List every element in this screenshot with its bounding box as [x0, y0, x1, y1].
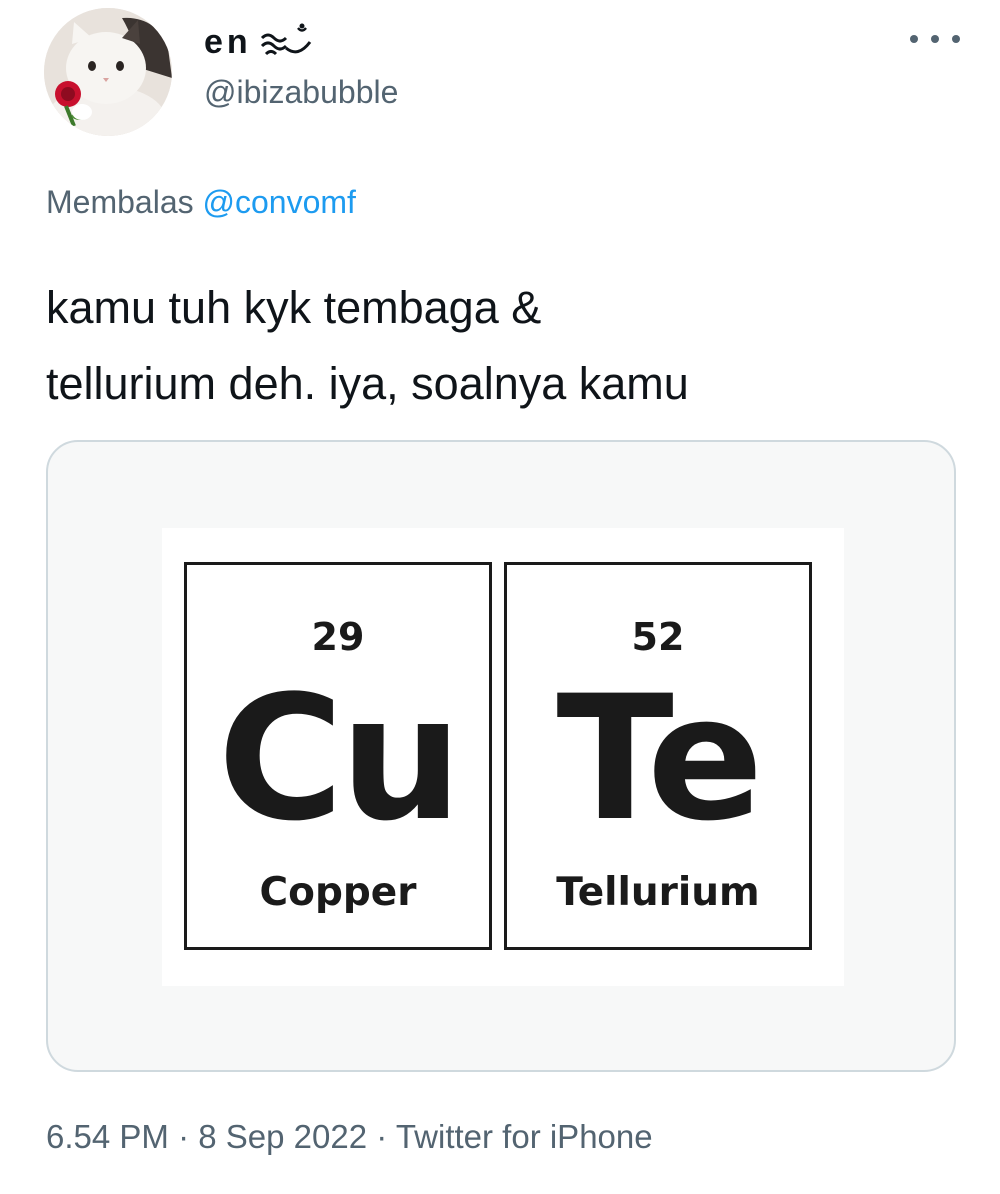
- element-tile-copper: 29 Cu Copper: [184, 562, 492, 950]
- more-dots-icon: [931, 35, 939, 43]
- separator: ·: [376, 1118, 388, 1155]
- wave-emoji-decoration-icon: [260, 23, 311, 56]
- cat-avatar-icon: [44, 8, 172, 136]
- more-options-button[interactable]: [910, 24, 960, 54]
- separator: ·: [178, 1118, 190, 1155]
- more-dots-icon: [910, 35, 918, 43]
- user-handle[interactable]: @ibizabubble: [204, 74, 398, 111]
- reply-prefix: Membalas: [46, 184, 194, 220]
- tweet-source-link[interactable]: Twitter for iPhone: [396, 1118, 653, 1155]
- tweet-text: kamu tuh kyk tembaga & tellurium deh. iy…: [46, 270, 946, 422]
- more-dots-icon: [952, 35, 960, 43]
- element-name: Tellurium: [556, 870, 760, 915]
- reply-mention-link[interactable]: @convomf: [203, 184, 356, 220]
- media-image[interactable]: 29 Cu Copper 52 Te Tellurium: [46, 440, 956, 1072]
- reply-context: Membalas @convomf: [46, 184, 356, 221]
- display-name[interactable]: en: [204, 22, 314, 62]
- tweet-text-line: kamu tuh kyk tembaga &: [46, 282, 542, 333]
- atomic-number: 29: [311, 615, 365, 659]
- tweet-time[interactable]: 6.54 PM: [46, 1118, 169, 1155]
- avatar[interactable]: [44, 8, 172, 136]
- tweet-date[interactable]: 8 Sep 2022: [198, 1118, 367, 1155]
- element-symbol: Te: [556, 658, 763, 859]
- tweet: en @ibizabubble Membalas @convomf kamu t…: [0, 0, 1000, 1194]
- element-name: Copper: [259, 870, 417, 915]
- atomic-number: 52: [631, 615, 685, 659]
- tweet-text-line: tellurium deh. iya, soalnya kamu: [46, 358, 689, 409]
- element-tile-tellurium: 52 Te Tellurium: [504, 562, 812, 950]
- display-name-text: en: [204, 22, 252, 61]
- periodic-table-image: 29 Cu Copper 52 Te Tellurium: [162, 528, 844, 986]
- tweet-timestamp: 6.54 PM · 8 Sep 2022 · Twitter for iPhon…: [46, 1118, 653, 1156]
- element-symbol: Cu: [217, 658, 463, 859]
